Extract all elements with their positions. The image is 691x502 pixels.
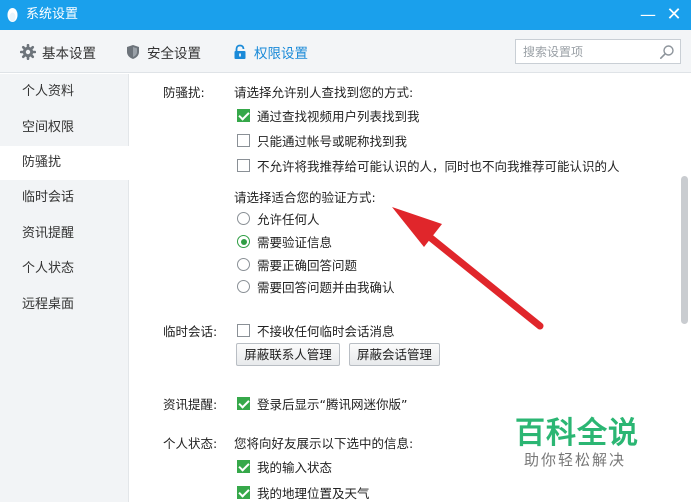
checkbox[interactable] bbox=[237, 397, 250, 410]
verify-option-answer-confirm[interactable]: 需要回答问题并由我确认 bbox=[237, 277, 395, 296]
toolbar: 基本设置 安全设置 权限设置 bbox=[0, 30, 691, 73]
verify-option-answer[interactable]: 需要正确回答问题 bbox=[237, 255, 357, 274]
verify-prompt: 请选择适合您的验证方式: bbox=[234, 190, 376, 205]
verify-option-anyone[interactable]: 允许任何人 bbox=[237, 209, 320, 228]
checkbox[interactable] bbox=[237, 159, 250, 172]
watermark-subtitle: 助你轻松解决 bbox=[524, 451, 627, 469]
lock-icon bbox=[234, 44, 246, 59]
news-reminder-option[interactable]: 登录后显示“腾讯网迷你版” bbox=[237, 394, 407, 413]
find-option-label: 只能通过帐号或昵称找到我 bbox=[257, 134, 408, 149]
sidebar: 个人资料 空间权限 防骚扰 临时会话 资讯提醒 个人状态 远程桌面 bbox=[0, 74, 130, 502]
news-reminder-option-label: 登录后显示“腾讯网迷你版” bbox=[257, 397, 408, 412]
find-option-no-recommend[interactable]: 不允许将我推荐给可能认识的人，同时也不向我推荐可能认识的人 bbox=[237, 156, 620, 175]
tab-permission-label: 权限设置 bbox=[254, 46, 308, 62]
temp-session-label: 临时会话: bbox=[163, 324, 218, 339]
news-reminder-label: 资讯提醒: bbox=[163, 397, 218, 412]
tab-permission-settings[interactable]: 权限设置 bbox=[232, 41, 308, 63]
checkbox[interactable] bbox=[237, 109, 250, 122]
find-option-video-list[interactable]: 通过查找视频用户列表找到我 bbox=[237, 106, 420, 125]
penguin-icon bbox=[7, 8, 18, 22]
verify-option-label: 需要回答问题并由我确认 bbox=[257, 280, 395, 295]
shield-icon bbox=[127, 45, 139, 59]
personal-status-label: 个人状态: bbox=[163, 436, 218, 451]
sidebar-item-profile[interactable]: 个人资料 bbox=[0, 75, 129, 109]
find-option-label: 不允许将我推荐给可能认识的人，同时也不向我推荐可能认识的人 bbox=[257, 159, 620, 174]
find-prompt: 请选择允许别人查找到您的方式: bbox=[234, 85, 414, 100]
sidebar-item-news-reminder[interactable]: 资讯提醒 bbox=[0, 217, 129, 251]
find-option-account-only[interactable]: 只能通过帐号或昵称找到我 bbox=[237, 131, 407, 150]
radio-button[interactable] bbox=[237, 235, 250, 248]
verify-option-label: 允许任何人 bbox=[257, 212, 320, 227]
minimize-button[interactable]: — bbox=[637, 4, 659, 26]
search-icon[interactable] bbox=[659, 44, 675, 60]
watermark-title: 百科全说 bbox=[515, 416, 639, 451]
tab-basic-label: 基本设置 bbox=[42, 46, 96, 62]
tab-basic-settings[interactable]: 基本设置 bbox=[20, 41, 96, 63]
search-box bbox=[515, 39, 681, 64]
personal-status-prompt: 您将向好友展示以下选中的信息: bbox=[234, 436, 414, 451]
tab-security-settings[interactable]: 安全设置 bbox=[125, 41, 201, 63]
search-input[interactable] bbox=[516, 40, 654, 63]
find-option-label: 通过查找视频用户列表找到我 bbox=[257, 109, 420, 124]
sidebar-item-remote-desktop[interactable]: 远程桌面 bbox=[0, 288, 129, 322]
radio-button[interactable] bbox=[237, 280, 250, 293]
status-option-typing[interactable]: 我的输入状态 bbox=[237, 457, 332, 476]
checkbox[interactable] bbox=[237, 460, 250, 473]
radio-button[interactable] bbox=[237, 258, 250, 271]
tab-security-label: 安全设置 bbox=[147, 46, 201, 62]
status-option-label: 我的输入状态 bbox=[257, 460, 333, 475]
scrollbar-thumb[interactable] bbox=[681, 176, 688, 324]
sidebar-item-anti-harass[interactable]: 防骚扰 bbox=[0, 146, 130, 180]
block-contacts-button[interactable]: 屏蔽联系人管理 bbox=[236, 343, 340, 366]
verify-option-label: 需要验证信息 bbox=[257, 235, 333, 250]
checkbox[interactable] bbox=[237, 134, 250, 147]
title-bar: 系统设置 — ✕ bbox=[0, 0, 691, 30]
temp-session-option[interactable]: 不接收任何临时会话消息 bbox=[237, 321, 395, 340]
sidebar-item-personal-status[interactable]: 个人状态 bbox=[0, 252, 129, 286]
radio-button[interactable] bbox=[237, 212, 250, 225]
checkbox[interactable] bbox=[237, 324, 250, 337]
verify-option-message[interactable]: 需要验证信息 bbox=[237, 232, 332, 251]
anti-harass-label: 防骚扰: bbox=[163, 85, 205, 100]
block-sessions-button[interactable]: 屏蔽会话管理 bbox=[349, 343, 440, 366]
window-title: 系统设置 bbox=[26, 7, 79, 22]
status-option-label: 我的地理位置及天气 bbox=[257, 486, 370, 501]
status-option-location[interactable]: 我的地理位置及天气 bbox=[237, 483, 370, 502]
close-button[interactable]: ✕ bbox=[663, 4, 685, 26]
sidebar-item-space-permission[interactable]: 空间权限 bbox=[0, 111, 129, 145]
temp-session-option-label: 不接收任何临时会话消息 bbox=[257, 324, 395, 339]
checkbox[interactable] bbox=[237, 486, 250, 499]
verify-option-label: 需要正确回答问题 bbox=[257, 258, 358, 273]
sidebar-item-temp-session[interactable]: 临时会话 bbox=[0, 181, 129, 215]
gear-icon bbox=[20, 44, 36, 60]
